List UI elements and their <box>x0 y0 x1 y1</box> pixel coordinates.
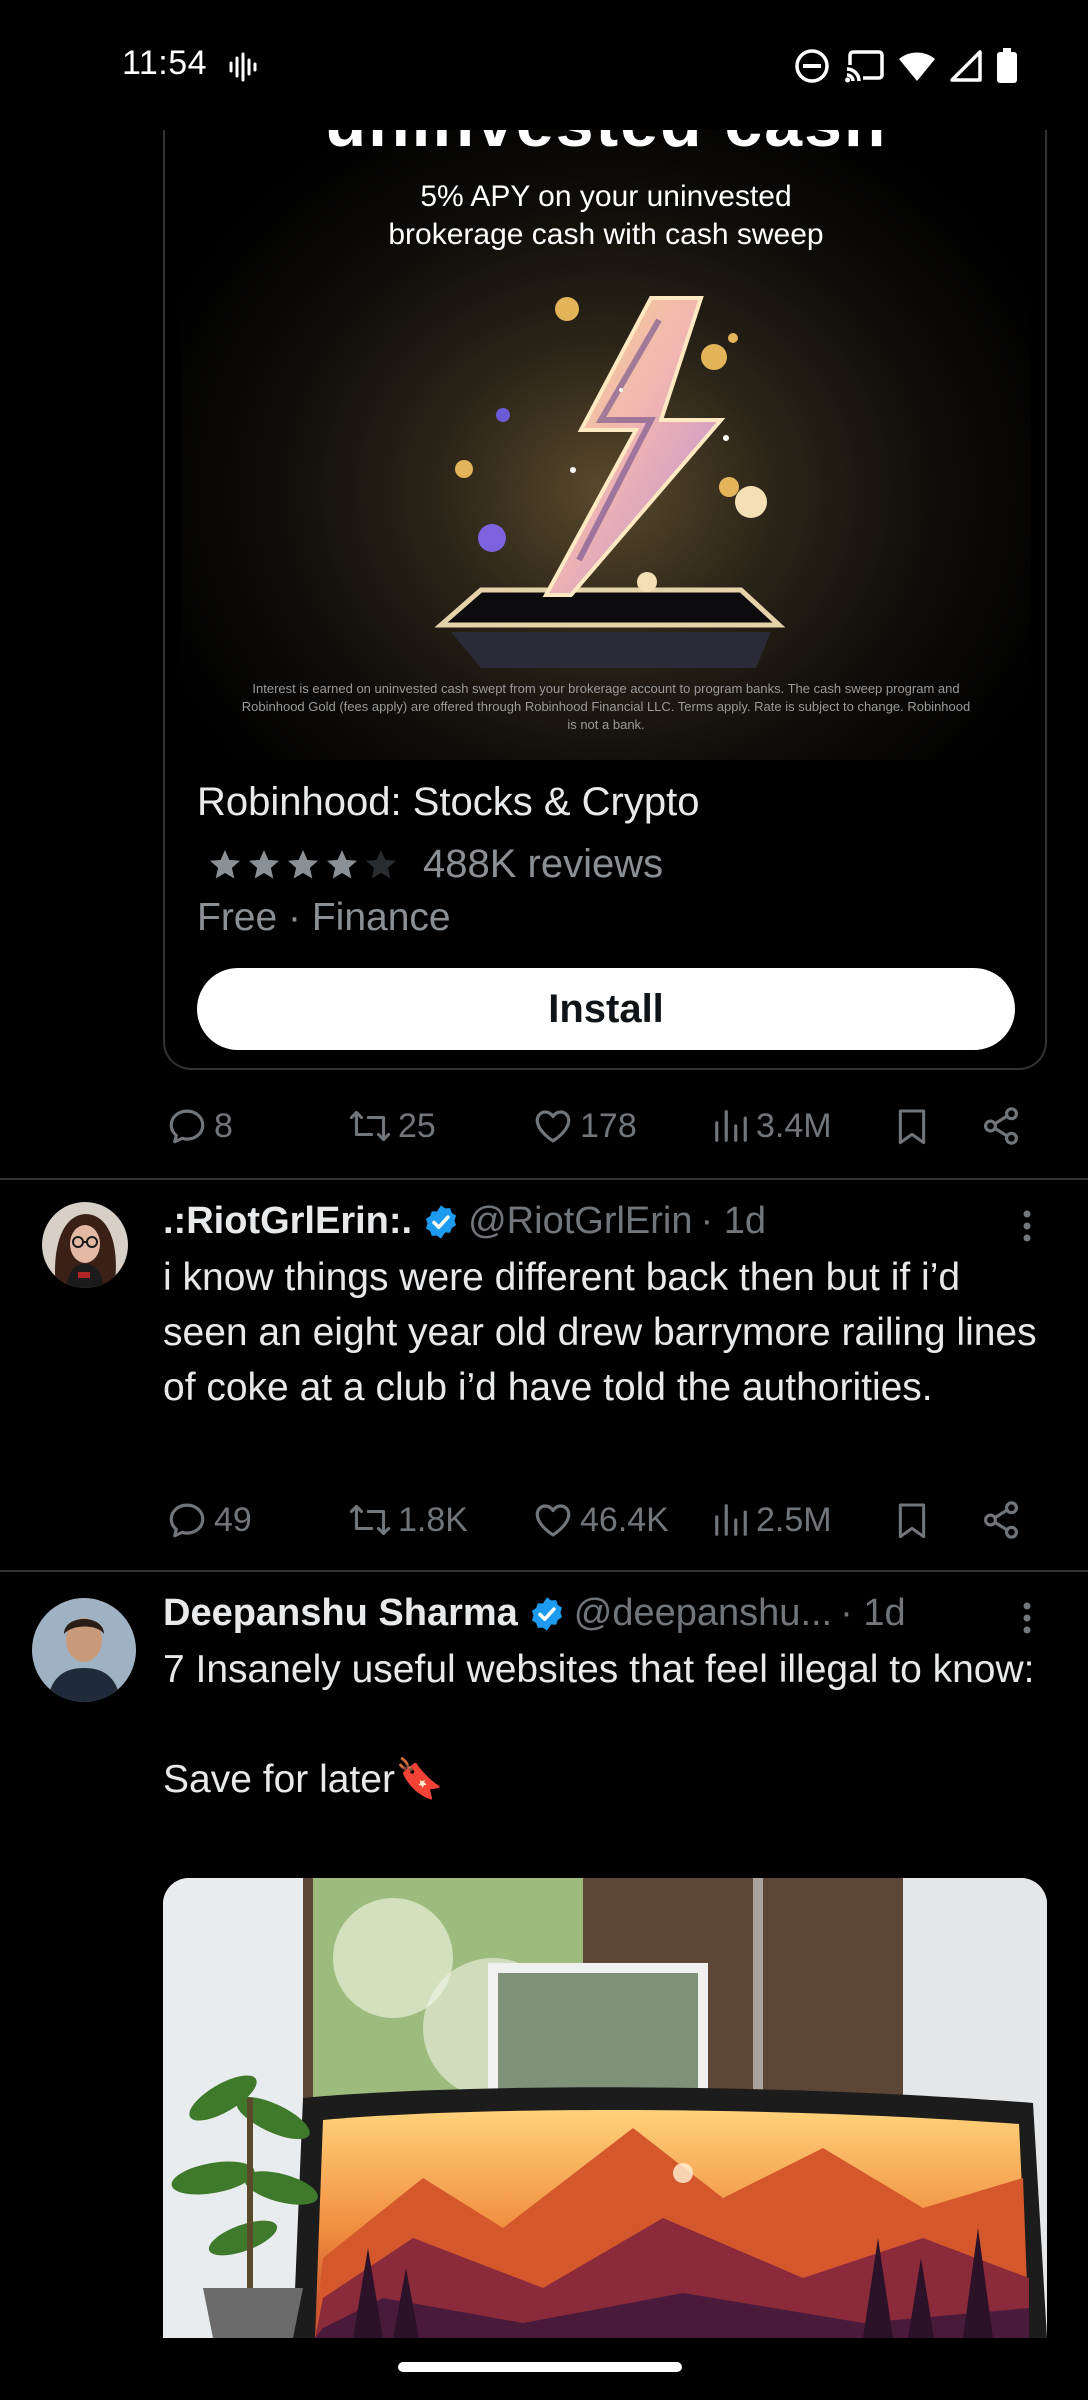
views-button[interactable]: 2.5M <box>712 1490 832 1550</box>
avatar[interactable] <box>42 1202 128 1288</box>
wifi-icon <box>899 52 935 81</box>
handle[interactable]: @RiotGrlErin <box>468 1200 692 1243</box>
app-reviews: 488K reviews <box>423 842 664 886</box>
views-count: 3.4M <box>756 1106 832 1145</box>
star-filled-icon <box>327 849 357 878</box>
repost-count: 1.8K <box>398 1500 468 1539</box>
reply-button[interactable]: 49 <box>166 1490 252 1550</box>
tweet-text: i know things were different back then b… <box>163 1256 1048 1409</box>
display-name[interactable]: .:RiotGrlErin:. <box>163 1200 412 1243</box>
promoted-app-card[interactable]: uninvested cash 5% APY on your uninveste… <box>163 120 1047 1070</box>
tweet-header: .:RiotGrlErin:. @RiotGrlErin · 1d <box>163 1200 766 1243</box>
status-icons <box>794 48 1018 84</box>
share-button[interactable] <box>980 1490 1022 1550</box>
reply-count: 8 <box>214 1106 233 1145</box>
battery-icon <box>997 48 1017 83</box>
avatar[interactable] <box>32 1598 136 1702</box>
tweet-header: Deepanshu Sharma @deepanshu... · 1d <box>163 1592 906 1635</box>
repost-icon <box>349 1504 391 1536</box>
share-icon <box>984 1107 1018 1145</box>
star-filled-icon <box>288 849 318 878</box>
share-icon <box>984 1501 1018 1539</box>
reply-icon <box>169 1109 205 1144</box>
handle[interactable]: @deepanshu... <box>574 1592 832 1635</box>
tweet-action-bar: 49 1.8K 46.4K 2.5M <box>0 1490 1088 1550</box>
tweet-photo[interactable] <box>163 1878 1047 2338</box>
tweet-text: 7 Insanely useful websites that feel ill… <box>163 1648 1035 1801</box>
repost-button[interactable]: 1.8K <box>348 1490 468 1550</box>
repost-icon <box>349 1110 391 1142</box>
more-options-icon[interactable] <box>1014 1206 1040 1246</box>
repost-count: 25 <box>398 1106 436 1145</box>
star-filled-icon <box>249 849 279 878</box>
heart-icon <box>535 1504 571 1537</box>
app-name: Robinhood: Stocks & Crypto <box>197 780 700 824</box>
home-indicator[interactable] <box>398 2362 682 2372</box>
timestamp[interactable]: · 1d <box>840 1592 905 1635</box>
views-count: 2.5M <box>756 1500 832 1539</box>
repost-button[interactable]: 25 <box>348 1096 436 1156</box>
status-time: 11:54 <box>122 44 208 82</box>
tweet-deepanshu[interactable]: Deepanshu Sharma @deepanshu... · 1d 7 In… <box>0 1572 1088 1872</box>
reply-icon <box>169 1503 205 1538</box>
rating-stars <box>207 847 399 883</box>
signal-icon <box>950 50 982 82</box>
share-button[interactable] <box>980 1096 1022 1156</box>
app-rating: 488K reviews <box>207 842 663 887</box>
star-filled-icon <box>210 849 240 878</box>
analytics-icon <box>715 1110 747 1142</box>
bookmark-icon <box>898 1109 926 1145</box>
heart-icon <box>535 1110 571 1143</box>
verified-badge-icon <box>426 1204 457 1239</box>
like-count: 178 <box>580 1106 637 1145</box>
install-button[interactable]: Install <box>197 968 1015 1050</box>
promo-action-bar: 8 25 178 3.4M <box>0 1096 1088 1156</box>
display-name[interactable]: Deepanshu Sharma <box>163 1592 518 1635</box>
timestamp[interactable]: · 1d <box>701 1200 766 1243</box>
analytics-icon <box>715 1504 747 1536</box>
reply-button[interactable]: 8 <box>166 1096 233 1156</box>
like-button[interactable]: 178 <box>532 1096 637 1156</box>
like-count: 46.4K <box>580 1500 669 1539</box>
status-bar: 11:54 <box>0 0 1088 130</box>
dnd-icon <box>795 49 829 83</box>
voicemail-icon <box>229 52 257 82</box>
bookmark-icon <box>898 1503 926 1539</box>
app-meta: Free · Finance <box>197 896 451 939</box>
views-button[interactable]: 3.4M <box>712 1096 832 1156</box>
more-options-icon[interactable] <box>1014 1598 1040 1638</box>
lightning-bolt-illustration <box>434 296 786 668</box>
promo-banner-image: uninvested cash 5% APY on your uninveste… <box>181 120 1031 760</box>
star-empty-icon <box>366 849 396 878</box>
reply-count: 49 <box>214 1500 252 1539</box>
cast-icon <box>845 50 884 83</box>
monitor-desk-photo <box>163 1878 1047 2338</box>
like-button[interactable]: 46.4K <box>532 1490 669 1550</box>
bookmark-button[interactable] <box>892 1490 932 1550</box>
promo-fine-print: Interest is earned on uninvested cash sw… <box>241 681 971 732</box>
verified-badge-icon <box>531 1596 562 1631</box>
bookmark-button[interactable] <box>892 1096 932 1156</box>
